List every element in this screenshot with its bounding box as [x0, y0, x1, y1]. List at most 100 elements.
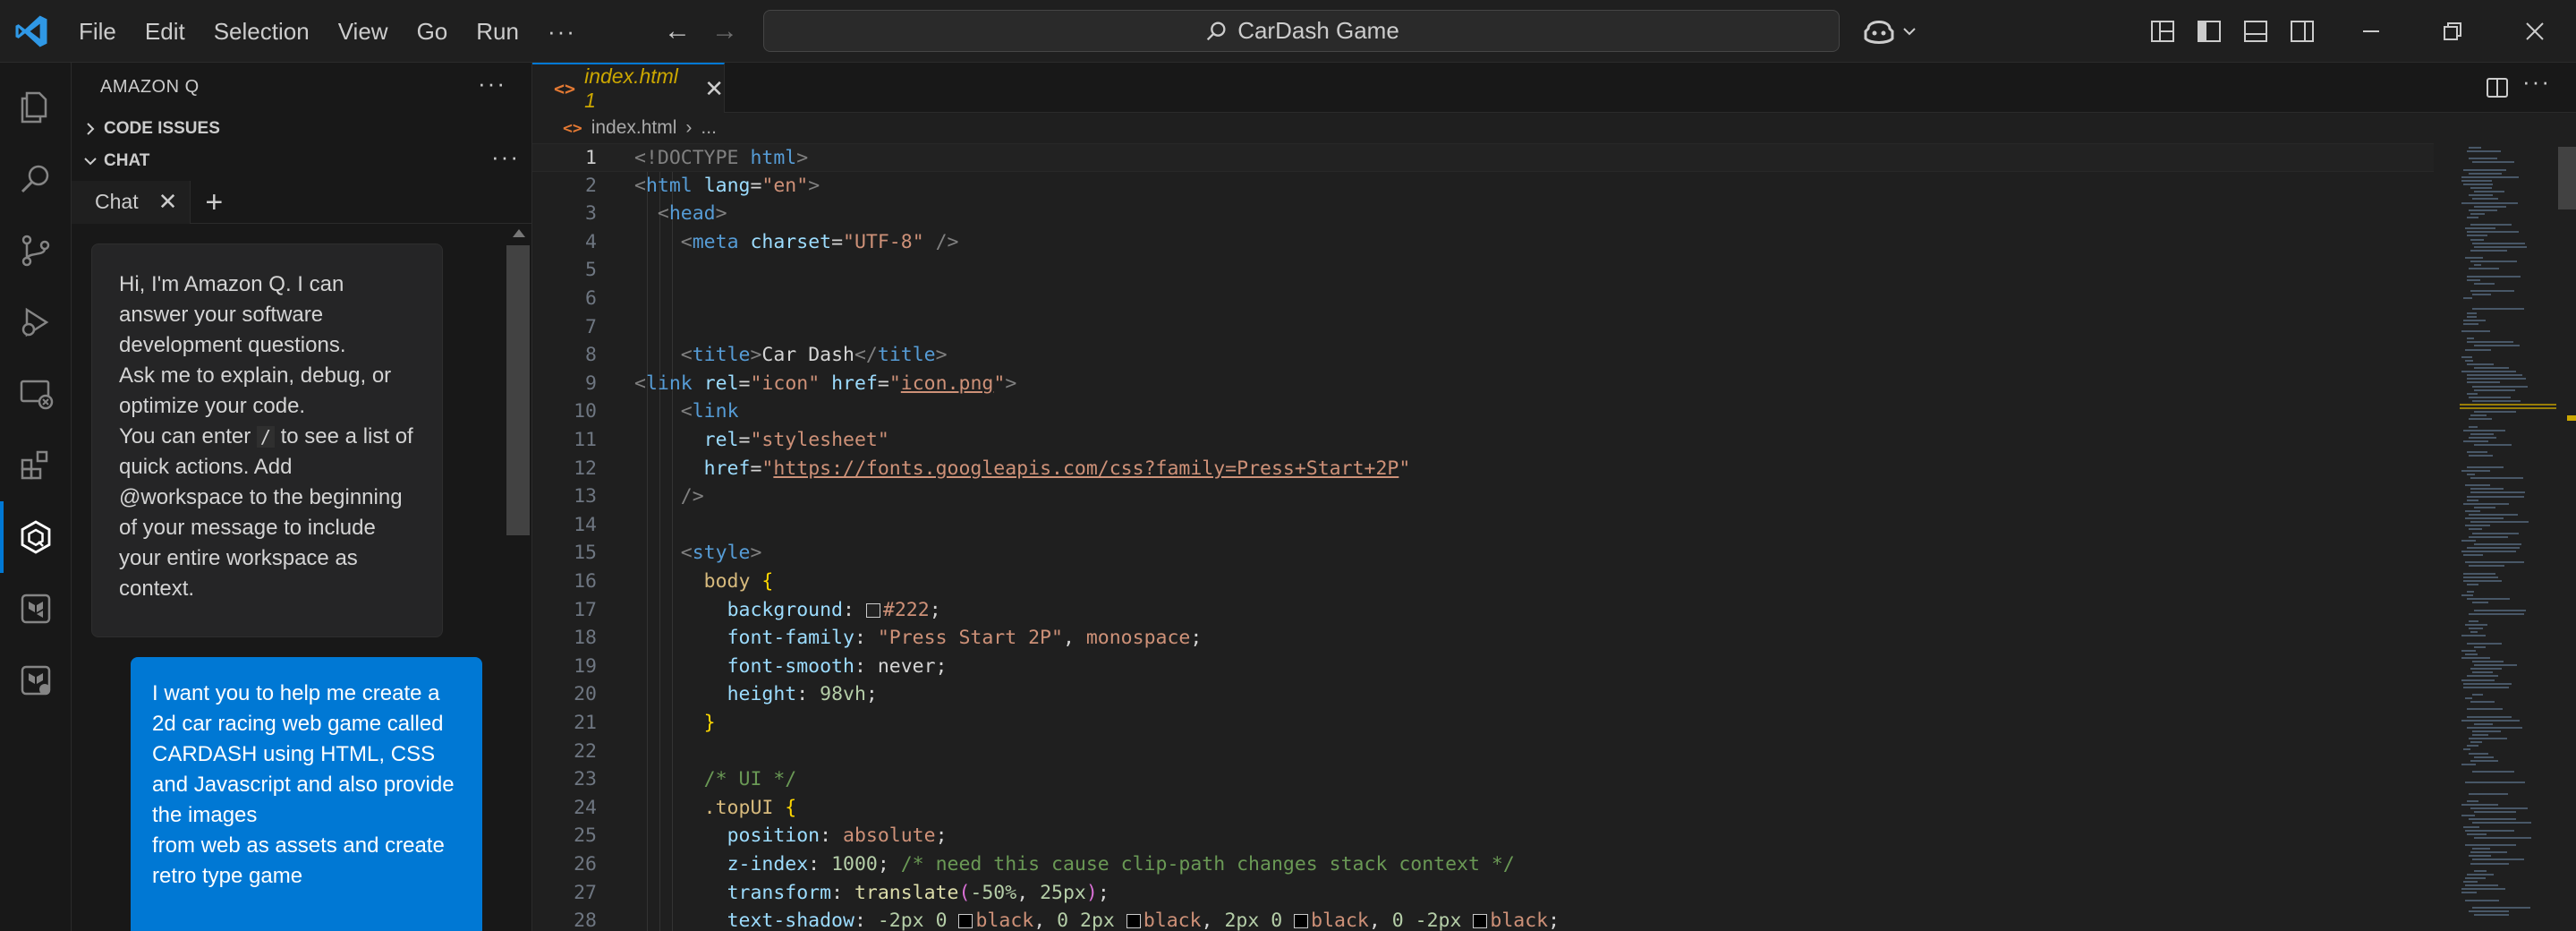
- chat-scrollbar[interactable]: [506, 229, 530, 927]
- run-debug-icon[interactable]: [0, 286, 72, 358]
- code-line[interactable]: 3 <head>: [532, 200, 2434, 228]
- line-number: 24: [574, 796, 597, 819]
- code-line[interactable]: 12 href="https://fonts.googleapis.com/cs…: [532, 455, 2434, 483]
- minimap-line: [2472, 161, 2514, 164]
- amazon-q-message: Hi, I'm Amazon Q. I can answer your soft…: [91, 243, 443, 637]
- close-icon[interactable]: ✕: [704, 75, 724, 103]
- sidebar-more-icon[interactable]: ···: [478, 70, 506, 98]
- minimap-line: [2470, 187, 2492, 190]
- code-line[interactable]: 18 font-family: "Press Start 2P", monosp…: [532, 624, 2434, 653]
- code-line[interactable]: 21 }: [532, 709, 2434, 738]
- code-line[interactable]: 19 font-smooth: never;: [532, 653, 2434, 681]
- code-line[interactable]: 26 z-index: 1000; /* need this cause cli…: [532, 850, 2434, 879]
- code-line[interactable]: 9 <link rel="icon" href="icon.png">: [532, 370, 2434, 398]
- minimap-line: [2472, 771, 2514, 773]
- code-line[interactable]: 25 position: absolute;: [532, 822, 2434, 850]
- code-line[interactable]: 2 <html lang="en">: [532, 172, 2434, 201]
- code-line[interactable]: 13 />: [532, 483, 2434, 511]
- back-arrow-icon[interactable]: ←: [664, 16, 691, 47]
- minimap-line: [2472, 385, 2528, 388]
- line-number: 2: [585, 174, 597, 197]
- tab-index-html[interactable]: <> index.html 1 ✕: [532, 63, 725, 113]
- breadcrumb-file[interactable]: index.html: [591, 117, 677, 139]
- minimap-line: [2461, 175, 2519, 178]
- minimap-line: [2465, 899, 2499, 901]
- scrollbar-thumb[interactable]: [2558, 147, 2576, 209]
- toggle-secondary-sidebar-icon[interactable]: [2289, 18, 2316, 45]
- breadcrumb-symbols[interactable]: ...: [701, 117, 717, 139]
- code-line[interactable]: 22: [532, 738, 2434, 766]
- customize-layout-icon[interactable]: [2149, 18, 2176, 45]
- minimap[interactable]: [2456, 143, 2563, 931]
- code-line[interactable]: 15 <style>: [532, 539, 2434, 568]
- code-line[interactable]: 24 .topUI {: [532, 794, 2434, 823]
- menu-view[interactable]: View: [324, 9, 403, 54]
- scroll-up-arrow-icon[interactable]: [513, 229, 525, 237]
- minimap-line: [2461, 355, 2472, 358]
- menu-selection[interactable]: Selection: [200, 9, 324, 54]
- toggle-primary-sidebar-icon[interactable]: [2196, 18, 2223, 45]
- vscode-logo-icon[interactable]: [13, 13, 50, 50]
- minimap-line: [2469, 910, 2509, 912]
- minimap-line: [2465, 227, 2495, 230]
- forward-arrow-icon[interactable]: →: [711, 16, 738, 47]
- tab-label: index.html 1: [584, 64, 678, 112]
- code-editor[interactable]: 1 <!DOCTYPE html> 2 <html lang="en"> 3 <head…: [532, 143, 2434, 931]
- restore-icon[interactable]: [2430, 11, 2475, 52]
- code-line[interactable]: 11 rel="stylesheet": [532, 426, 2434, 455]
- minimap-line: [2472, 671, 2493, 674]
- code-line[interactable]: 20 height: 98vh;: [532, 680, 2434, 709]
- terraform-icon[interactable]: [0, 573, 72, 645]
- line-number: 5: [585, 259, 597, 282]
- code-text: height: 98vh;: [727, 683, 878, 706]
- minimap-line: [2465, 509, 2480, 512]
- editor-more-icon[interactable]: ···: [2522, 68, 2551, 96]
- minimap-line: [2472, 661, 2504, 662]
- code-line[interactable]: 17 background: #222;: [532, 596, 2434, 625]
- code-line[interactable]: 7: [532, 313, 2434, 342]
- minimap-line: [2472, 822, 2531, 824]
- code-line[interactable]: 27 transform: translate(-50%, 25px);: [532, 879, 2434, 908]
- code-line[interactable]: 4 <meta charset="UTF-8" />: [532, 228, 2434, 257]
- code-line[interactable]: 10 <link: [532, 397, 2434, 426]
- copilot-menu[interactable]: [1861, 16, 1917, 47]
- minimize-icon[interactable]: [2349, 11, 2393, 52]
- split-editor-icon[interactable]: [2485, 75, 2510, 100]
- menu-go[interactable]: Go: [403, 9, 463, 54]
- minimap-line: [2465, 884, 2498, 887]
- message-text: I want you to help me create a 2d car ra…: [152, 681, 455, 827]
- toggle-panel-icon[interactable]: [2242, 18, 2269, 45]
- code-line[interactable]: 5: [532, 256, 2434, 285]
- chat-tab[interactable]: Chat ✕: [72, 180, 191, 224]
- scrollbar-thumb[interactable]: [506, 245, 530, 535]
- menu-run[interactable]: Run: [462, 9, 533, 54]
- code-line[interactable]: 1 <!DOCTYPE html>: [532, 143, 2434, 172]
- minimap-line: [2470, 759, 2498, 762]
- menu-file[interactable]: File: [64, 9, 131, 54]
- chat-more-icon[interactable]: ···: [491, 143, 520, 171]
- code-text: <meta charset="UTF-8" />: [680, 230, 959, 253]
- extensions-icon[interactable]: [0, 430, 72, 501]
- code-line[interactable]: 16 body {: [532, 568, 2434, 596]
- close-icon[interactable]: ✕: [158, 188, 178, 216]
- amazon-q-icon[interactable]: [0, 501, 72, 573]
- terraform-cloud-icon[interactable]: [0, 645, 72, 716]
- editor-scrollbar[interactable]: [2556, 143, 2576, 931]
- command-center-search[interactable]: CarDash Game: [763, 10, 1840, 52]
- source-control-icon[interactable]: [0, 215, 72, 286]
- menu-edit[interactable]: Edit: [131, 9, 200, 54]
- search-view-icon[interactable]: [0, 143, 72, 215]
- section-chat[interactable]: CHAT ···: [72, 143, 531, 177]
- add-chat-tab-button[interactable]: +: [205, 187, 223, 218]
- code-line[interactable]: 14: [532, 511, 2434, 540]
- explorer-icon[interactable]: [0, 72, 72, 143]
- code-line[interactable]: 23 /* UI */: [532, 765, 2434, 794]
- section-code-issues[interactable]: CODE ISSUES: [72, 113, 531, 145]
- close-window-icon[interactable]: [2512, 11, 2557, 52]
- minimap-line: [2474, 191, 2504, 193]
- code-line[interactable]: 28 text-shadow: -2px 0 black, 0 2px blac…: [532, 907, 2434, 931]
- menu-more-icon[interactable]: ···: [533, 9, 591, 54]
- remote-explorer-icon[interactable]: [0, 358, 72, 430]
- code-line[interactable]: 6: [532, 285, 2434, 313]
- code-line[interactable]: 8 <title>Car Dash</title>: [532, 341, 2434, 370]
